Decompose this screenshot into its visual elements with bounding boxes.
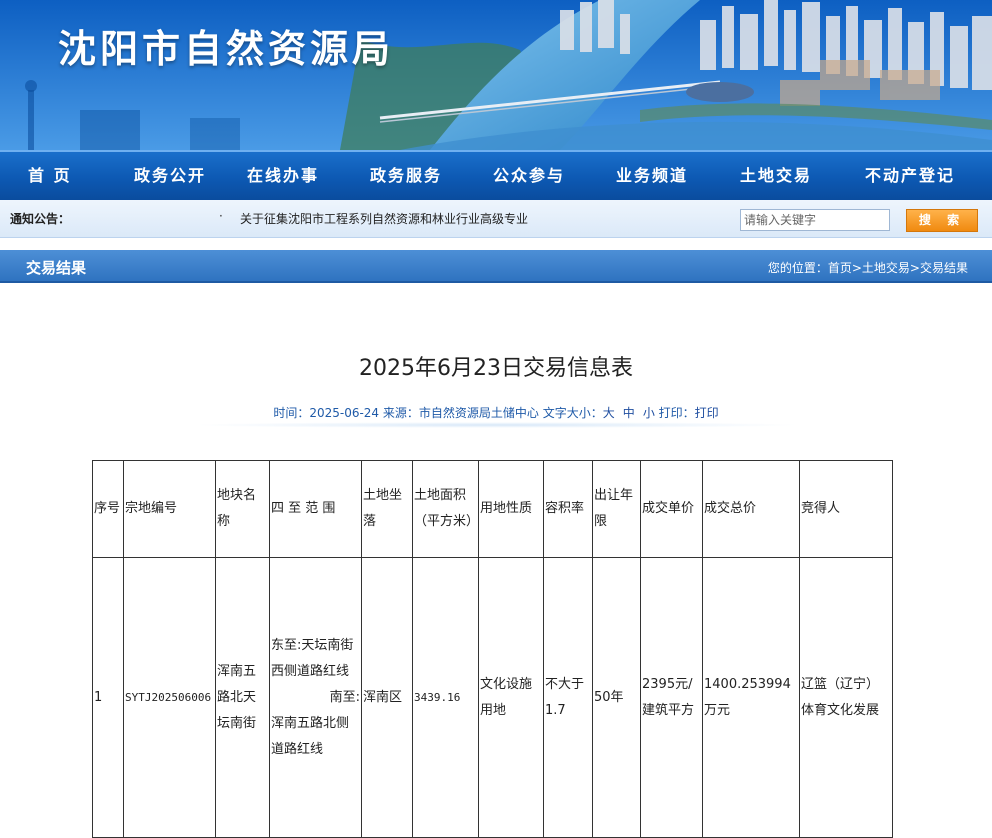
font-size-small-link[interactable]: 小 bbox=[643, 406, 655, 420]
nav-item-gov-services[interactable]: 政务服务 bbox=[370, 152, 442, 200]
bounds-south-label: 南至: bbox=[329, 689, 360, 705]
table-header-cell: 宗地编号 bbox=[123, 460, 216, 558]
breadcrumb-separator: > bbox=[851, 261, 862, 275]
breadcrumb: 您的位置：首页>土地交易>交易结果 bbox=[768, 259, 968, 276]
bounds-east: 东至:天坛南街西侧道路红线 bbox=[271, 637, 354, 679]
table-header-cell: 容积率 bbox=[543, 460, 593, 558]
table-header-cell: 成交单价 bbox=[640, 460, 703, 558]
breadcrumb-separator: > bbox=[909, 261, 920, 275]
cell-parcel-name: 浑南五路北天坛南街 bbox=[215, 557, 270, 838]
main-nav: 首 页 政务公开 在线办事 政务服务 公众参与 业务频道 土地交易 不动产登记 bbox=[0, 150, 992, 200]
bounds-south: 浑南五路北侧道路红线 bbox=[271, 715, 350, 757]
search-button[interactable]: 搜 索 bbox=[906, 209, 978, 232]
nav-item-home[interactable]: 首 页 bbox=[28, 152, 72, 200]
font-size-medium-link[interactable]: 中 bbox=[623, 406, 635, 420]
search-input[interactable] bbox=[740, 209, 890, 231]
table-header-cell: 地块名称 bbox=[215, 460, 270, 558]
nav-item-real-estate-registration[interactable]: 不动产登记 bbox=[865, 152, 955, 200]
cell-parcel-code: SYTJ2025060​06 bbox=[123, 557, 216, 838]
article-title: 2025年6月23日交易信息表 bbox=[359, 356, 633, 381]
table-header-cell: 用地性质 bbox=[478, 460, 544, 558]
breadcrumb-results[interactable]: 交易结果 bbox=[920, 261, 968, 275]
table-header-cell: 四 至 范 围 bbox=[269, 460, 362, 558]
article-meta: 时间：2025-06-24 来源：市自然资源局土储中心 文字大小：大中小 打印：… bbox=[0, 404, 992, 428]
table-header-cell: 土地坐落 bbox=[361, 460, 413, 558]
cell-unit-price: 2395元/建筑平方 bbox=[640, 557, 703, 838]
print-label: 打印： bbox=[658, 406, 695, 420]
table-row: 1 SYTJ2025060​06 浑南五路北天坛南街 东至:天坛南街西侧道路红线… bbox=[92, 557, 893, 838]
cell-floor-area-ratio: 不大于1.7 bbox=[543, 557, 593, 838]
cell-boundaries: 东至:天坛南街西侧道路红线 南至: 浑南五路北侧道路红线 bbox=[269, 557, 362, 838]
site-title: 沈阳市自然资源局 bbox=[58, 27, 395, 71]
font-size-large-link[interactable]: 大 bbox=[603, 406, 615, 420]
notice-headline-link[interactable]: 关于征集沈阳市工程系列自然资源和林业行业高级专业 bbox=[240, 210, 528, 227]
cell-area: 3439.16 bbox=[412, 557, 479, 838]
table-header-cell: 竞得人 bbox=[799, 460, 893, 558]
table-header-cell: 成交总价 bbox=[702, 460, 800, 558]
notice-bullet: · bbox=[219, 209, 223, 223]
nav-item-business-channel[interactable]: 业务频道 bbox=[616, 152, 688, 200]
section-header: 交易结果 您的位置：首页>土地交易>交易结果 bbox=[0, 250, 992, 283]
section-title: 交易结果 bbox=[26, 259, 87, 277]
meta-source-label: 来源： bbox=[382, 406, 419, 420]
table-header-cell: 土地面积（平方米） bbox=[412, 460, 479, 558]
table-header-row: 序号 宗地编号 地块名称 四 至 范 围 土地坐落 土地面积（平方米） 用地性质… bbox=[92, 460, 893, 558]
breadcrumb-land-trading[interactable]: 土地交易 bbox=[862, 261, 910, 275]
transaction-table: 序号 宗地编号 地块名称 四 至 范 围 土地坐落 土地面积（平方米） 用地性质… bbox=[92, 460, 893, 838]
font-size-label: 文字大小： bbox=[542, 406, 603, 420]
cell-total-price: 1400.253994万元 bbox=[702, 557, 800, 838]
table-header-cell: 出让年限 bbox=[592, 460, 641, 558]
cell-term: 50年 bbox=[592, 557, 641, 838]
cell-seq: 1 bbox=[92, 557, 124, 838]
nav-item-public-participation[interactable]: 公众参与 bbox=[493, 152, 565, 200]
nav-item-online-services[interactable]: 在线办事 bbox=[247, 152, 319, 200]
table-header-cell: 序号 bbox=[92, 460, 124, 558]
breadcrumb-prefix: 您的位置： bbox=[767, 261, 828, 275]
meta-source: 市自然资源局土储中心 bbox=[418, 406, 539, 420]
nav-item-gov-affairs[interactable]: 政务公开 bbox=[134, 152, 206, 200]
cell-location: 浑南区 bbox=[361, 557, 413, 838]
meta-time-label: 时间： bbox=[273, 406, 310, 420]
notice-bar: 通知公告： · 关于征集沈阳市工程系列自然资源和林业行业高级专业 搜 索 bbox=[0, 200, 992, 238]
site-banner: 沈阳市自然资源局 bbox=[0, 0, 992, 150]
print-link[interactable]: 打印 bbox=[695, 406, 719, 420]
breadcrumb-home[interactable]: 首页 bbox=[828, 261, 852, 275]
cell-land-use: 文化设施用地 bbox=[478, 557, 544, 838]
nav-item-land-trading[interactable]: 土地交易 bbox=[740, 152, 812, 200]
meta-time: 2025-06-24 bbox=[309, 406, 380, 420]
cell-winner: 辽篮（辽宁）体育文化发展 bbox=[799, 557, 893, 838]
notice-label: 通知公告： bbox=[10, 212, 71, 226]
